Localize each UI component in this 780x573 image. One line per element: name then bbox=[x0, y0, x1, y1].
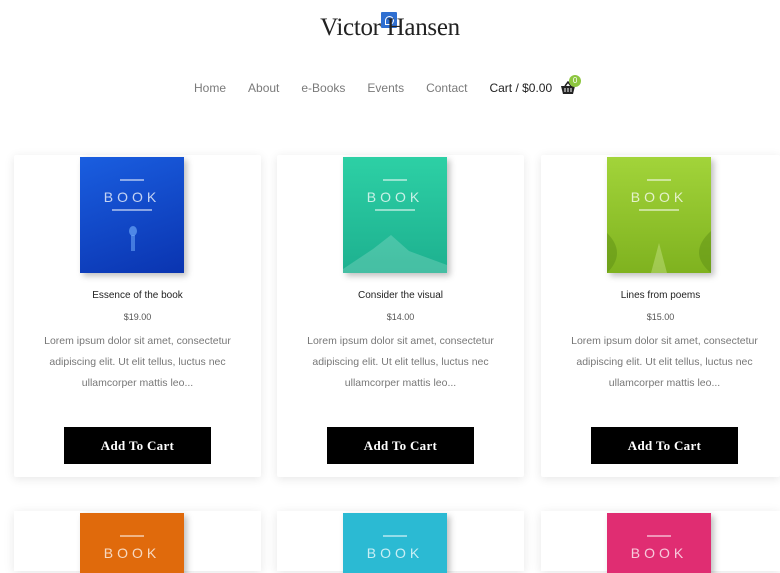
book-cover-title: BOOK bbox=[630, 545, 688, 561]
book-cover-title: BOOK bbox=[103, 545, 161, 561]
book-cover-title: BOOK bbox=[630, 189, 688, 205]
shopping-basket-icon[interactable]: 0 bbox=[560, 75, 582, 95]
nav-about[interactable]: About bbox=[248, 81, 279, 95]
product-description: Lorem ipsum dolor sit amet, consectetur … bbox=[44, 335, 231, 389]
product-card: BOOK Consider the visual $14.00 Lorem ip… bbox=[277, 155, 524, 477]
product-title[interactable]: Consider the visual bbox=[277, 290, 524, 301]
nav-cart-link[interactable]: Cart / $0.00 bbox=[489, 81, 552, 95]
product-price: $14.00 bbox=[386, 312, 415, 322]
product-title[interactable]: Lines from poems bbox=[541, 290, 780, 301]
product-card: BOOK Lines from poems $15.00 Lorem ipsum… bbox=[541, 155, 780, 477]
book-cover-image[interactable]: BOOK bbox=[343, 157, 447, 273]
cart-count-badge: 0 bbox=[569, 75, 582, 87]
product-card: BOOK bbox=[14, 511, 261, 573]
book-cover-image[interactable]: BOOK bbox=[80, 513, 184, 573]
book-cover-image[interactable]: BOOK bbox=[343, 513, 447, 573]
product-card: BOOK Essence of the book $19.00 Lorem ip… bbox=[14, 155, 261, 477]
book-cover-title: BOOK bbox=[366, 545, 424, 561]
main-nav: Home About e-Books Events Contact Cart /… bbox=[194, 75, 582, 96]
nav-contact[interactable]: Contact bbox=[426, 81, 467, 95]
book-cover-title: BOOK bbox=[366, 189, 424, 205]
nav-events[interactable]: Events bbox=[367, 81, 404, 95]
site-logo[interactable]: Victor Hansen bbox=[0, 14, 780, 42]
book-cover-image[interactable]: BOOK bbox=[80, 157, 184, 273]
product-price: $19.00 bbox=[123, 312, 152, 322]
book-cover-title: BOOK bbox=[103, 189, 161, 205]
product-card: BOOK bbox=[541, 511, 780, 573]
add-to-cart-button[interactable]: Add To Cart bbox=[64, 427, 211, 464]
add-to-cart-button[interactable]: Add To Cart bbox=[591, 427, 738, 464]
product-description: Lorem ipsum dolor sit amet, consectetur … bbox=[571, 335, 758, 389]
product-description: Lorem ipsum dolor sit amet, consectetur … bbox=[307, 335, 494, 389]
nav-ebooks[interactable]: e-Books bbox=[301, 81, 345, 95]
product-price: $15.00 bbox=[646, 312, 675, 322]
add-to-cart-button[interactable]: Add To Cart bbox=[327, 427, 474, 464]
book-cover-image[interactable]: BOOK bbox=[607, 513, 711, 573]
product-title[interactable]: Essence of the book bbox=[14, 290, 261, 301]
product-card: BOOK bbox=[277, 511, 524, 573]
book-cover-image[interactable]: BOOK bbox=[607, 157, 711, 273]
nav-home[interactable]: Home bbox=[194, 81, 226, 95]
